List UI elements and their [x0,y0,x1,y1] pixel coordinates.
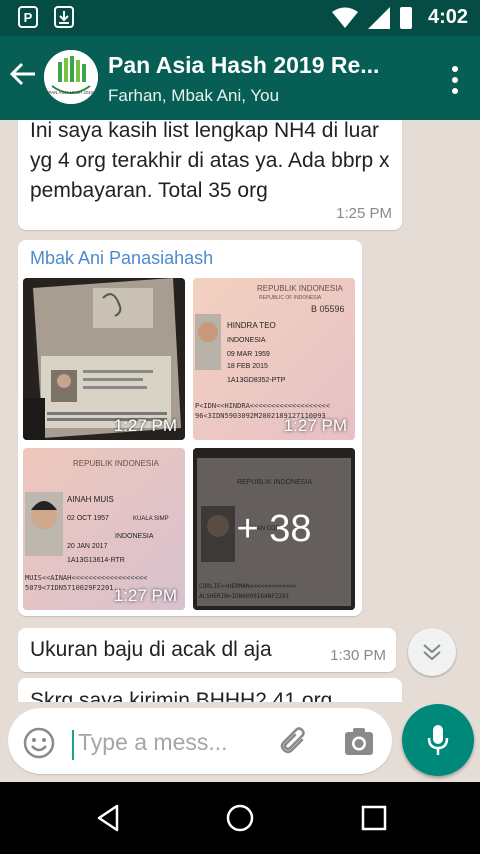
message-text: Skrg saya kirimin BHHH2 41 org [30,689,333,702]
photo-thumbnail[interactable]: 1:27 PM [23,278,185,440]
passport-issue-date: 20 JAN 2017 [67,543,108,550]
status-bar: P 4:02 [0,0,480,36]
battery-icon [399,6,412,29]
message-bubble[interactable]: Skrg saya kirimin BHHH2 41 org [18,678,402,702]
paperclip-icon[interactable] [278,726,312,760]
message-bubble[interactable]: Ukuran baju di acak dl aja 1:30 PM [18,628,396,672]
nav-home-icon[interactable] [224,802,256,834]
microphone-icon [427,725,449,755]
passport-issue-date: 18 FEB 2015 [227,363,268,370]
passport-office-code: 1A13G13614-RTR [67,557,125,564]
download-notification-icon [54,6,74,28]
chat-title[interactable]: Pan Asia Hash 2019 Re... [108,52,418,79]
chat-area[interactable]: Ini saya kasih list lengkap NH4 di luar … [0,120,480,702]
passport-nationality: INDONESIA [227,337,266,344]
passport-header: REPUBLIK INDONESIA [73,459,159,468]
passport-name: AINAH MUIS [67,495,114,504]
message-input[interactable] [78,722,278,762]
scroll-to-bottom-button[interactable] [408,628,456,676]
photo-time: 1:27 PM [113,586,177,605]
photo-thumbnail[interactable]: REPUBLIK INDONESIA REPUBLIC OF INDONESIA… [193,278,355,440]
more-photos-thumbnail[interactable]: REPUBLIK INDONESIA HERMAN COR CORLIE<<HE… [193,448,355,610]
photo-thumbnail[interactable]: REPUBLIK INDONESIA AINAH MUIS 02 OCT 195… [23,448,185,610]
sender-name[interactable]: Mbak Ani Panasiahash [30,248,213,269]
photo-album-bubble[interactable]: Mbak Ani Panasiahash 1:27 PM REPUBLIK IN… [18,240,362,616]
passport-subheader: REPUBLIC OF INDONESIA [259,295,322,301]
parking-notification-icon: P [18,6,38,28]
nav-recents-icon[interactable] [358,802,390,834]
double-chevron-down-icon [423,644,441,661]
voice-message-button[interactable] [402,704,474,776]
more-options-icon[interactable] [452,66,458,94]
more-photos-count: + 38 [193,448,355,610]
message-input-container[interactable] [8,708,392,774]
message-text: Ini saya kasih list lengkap NH4 di luar … [30,120,390,202]
passport-name: HINDRA TEO [227,321,276,330]
emoji-icon[interactable] [22,726,56,760]
message-time: 1:25 PM [336,205,392,222]
passport-nationality: INDONESIA [115,533,154,540]
compose-bar [0,702,480,782]
passport-number: B 05596 [311,304,345,314]
camera-icon[interactable] [344,728,374,756]
passport-mrz-line: MUIS<<AINAH<<<<<<<<<<<<<<<<<< [25,574,147,582]
chat-header: PAN ASIA HASH 2019 Pan Asia Hash 2019 Re… [0,36,480,120]
passport-header: REPUBLIK INDONESIA [257,284,343,293]
passport-dob: 09 MAR 1959 [227,351,270,358]
chat-participants[interactable]: Farhan, Mbak Ani, You [108,86,279,106]
wifi-icon [331,7,358,28]
text-cursor [72,730,74,760]
group-avatar[interactable]: PAN ASIA HASH 2019 [44,50,98,104]
passport-mrz-line: 5079<7IDN5710029F2201... [25,584,126,592]
photo-time: 1:27 PM [113,416,177,435]
passport-dob: 02 OCT 1957 [67,515,109,522]
back-arrow-icon[interactable] [9,60,36,94]
clock: 4:02 [427,6,468,28]
message-bubble[interactable]: Ini saya kasih list lengkap NH4 di luar … [18,120,402,230]
passport-issue-place: KUALA SIMP [133,516,169,522]
cell-signal-icon [367,6,390,29]
passport-office-code: 1A13GD8352-PTP [227,377,286,384]
passport-mrz-line: P<IDN<<HINDRA<<<<<<<<<<<<<<<<<<< [195,402,330,410]
navigation-bar [0,782,480,854]
avatar-caption: PAN ASIA HASH 2019 [49,90,94,95]
message-time: 1:30 PM [330,647,386,664]
nav-back-icon[interactable] [92,802,124,834]
message-text: Ukuran baju di acak dl aja [30,638,272,661]
photo-time: 1:27 PM [283,416,347,435]
